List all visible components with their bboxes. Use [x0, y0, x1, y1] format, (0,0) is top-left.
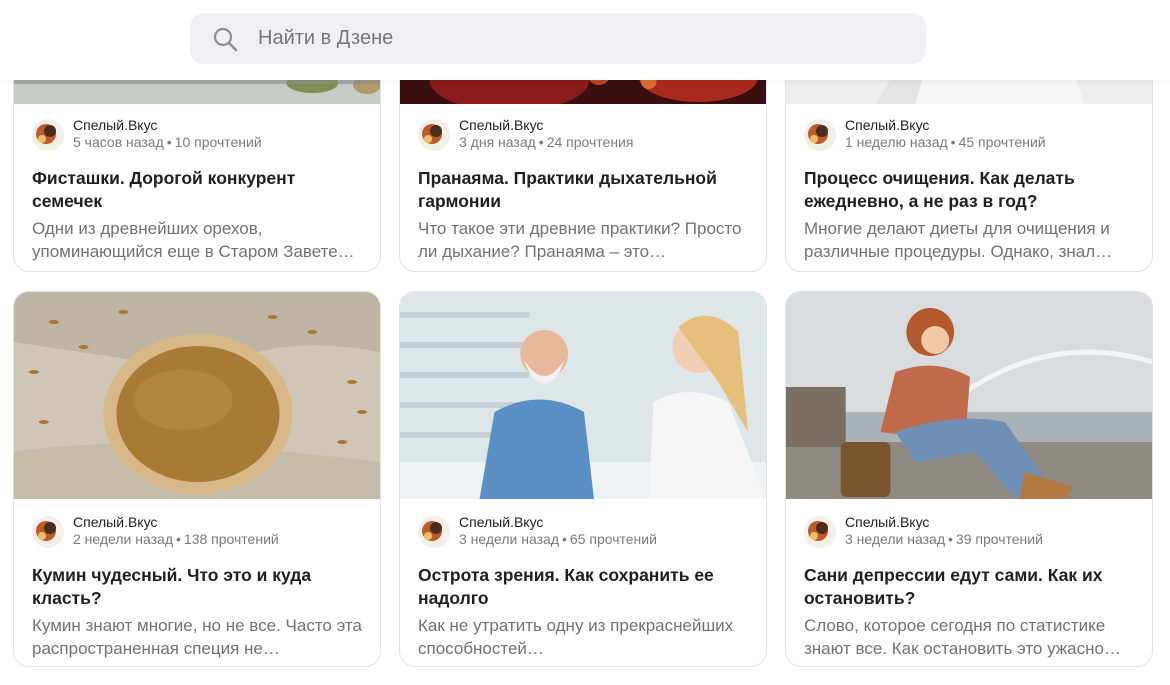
read-count: 45 прочтений [958, 134, 1046, 150]
article-image[interactable] [14, 292, 380, 499]
separator: • [166, 134, 172, 150]
read-count: 10 прочтений [174, 134, 262, 150]
search-input[interactable] [258, 23, 858, 54]
article-stats: 3 дня назад • 24 прочтения [459, 134, 633, 151]
search-bar[interactable] [190, 13, 926, 64]
separator: • [562, 531, 567, 547]
article-stats: 3 недели назад • 39 прочтений [845, 531, 1043, 548]
article-card[interactable]: Спелый.Вкус 2 недели назад • 138 прочтений… [13, 291, 381, 667]
article-title[interactable]: Процесс очищения. Как делать ежедневно, … [804, 167, 1138, 213]
author-name[interactable]: Спелый.Вкус [845, 514, 1043, 531]
article-snippet[interactable]: Многие делают диеты для очищения и разли… [804, 217, 1138, 263]
avatar[interactable] [418, 119, 450, 151]
author-name[interactable]: Спелый.Вкус [73, 117, 262, 134]
article-snippet[interactable]: Одни из древнейших орехов, упоминающийся… [32, 217, 366, 263]
read-count: 24 прочтения [546, 134, 634, 150]
author-block[interactable]: Спелый.Вкус 5 часов назад • 10 прочтений [32, 117, 366, 153]
header [0, 0, 1170, 80]
article-snippet[interactable]: Как не утратить одну из прекраснейших сп… [418, 614, 752, 660]
search-icon [213, 27, 238, 51]
article-title[interactable]: Кумин чудесный. Что это и куда класть? [32, 564, 366, 610]
published-time: 5 часов назад [73, 134, 164, 150]
published-time: 2 недели назад [73, 531, 173, 547]
author-block[interactable]: Спелый.Вкус 3 дня назад • 24 прочтения [418, 117, 752, 153]
read-count: 65 прочтений [569, 531, 657, 547]
article-stats: 5 часов назад • 10 прочтений [73, 134, 262, 151]
separator: • [950, 134, 956, 150]
article-card[interactable]: Спелый.Вкус 3 недели назад • 65 прочтений … [399, 291, 767, 667]
avatar[interactable] [804, 516, 836, 548]
article-image[interactable] [786, 292, 1152, 499]
author-name[interactable]: Спелый.Вкус [459, 514, 657, 531]
author-block[interactable]: Спелый.Вкус 1 неделю назад • 45 прочтений [804, 117, 1138, 153]
article-card[interactable]: Спелый.Вкус 3 недели назад • 39 прочтений … [785, 291, 1153, 667]
article-title[interactable]: Фисташки. Дорогой конкурент семечек [32, 167, 366, 213]
article-snippet[interactable]: Кумин знают многие, но не все. Часто эта… [32, 614, 366, 660]
avatar[interactable] [32, 119, 64, 151]
published-time: 3 недели назад [459, 531, 559, 547]
article-stats: 1 неделю назад • 45 прочтений [845, 134, 1046, 151]
article-image[interactable] [400, 292, 766, 499]
author-name[interactable]: Спелый.Вкус [73, 514, 279, 531]
avatar[interactable] [32, 516, 64, 548]
author-block[interactable]: Спелый.Вкус 3 недели назад • 65 прочтений [418, 514, 752, 550]
article-stats: 3 недели назад • 65 прочтений [459, 531, 657, 548]
author-name[interactable]: Спелый.Вкус [845, 117, 1046, 134]
author-block[interactable]: Спелый.Вкус 3 недели назад • 39 прочтений [804, 514, 1138, 550]
published-time: 1 неделю назад [845, 134, 948, 150]
article-title[interactable]: Пранаяма. Практики дыхательной гармонии [418, 167, 752, 213]
read-count: 39 прочтений [955, 531, 1043, 547]
separator: • [948, 531, 953, 547]
separator: • [176, 531, 181, 547]
article-stats: 2 недели назад • 138 прочтений [73, 531, 279, 548]
published-time: 3 недели назад [845, 531, 945, 547]
article-title[interactable]: Острота зрения. Как сохранить ее надолго [418, 564, 752, 610]
article-title[interactable]: Сани депрессии едут сами. Как их останов… [804, 564, 1138, 610]
avatar[interactable] [804, 119, 836, 151]
published-time: 3 дня назад [459, 134, 536, 150]
read-count: 138 прочтений [183, 531, 279, 547]
author-name[interactable]: Спелый.Вкус [459, 117, 633, 134]
author-block[interactable]: Спелый.Вкус 2 недели назад • 138 прочтений [32, 514, 366, 550]
article-snippet[interactable]: Что такое эти древние практики? Просто л… [418, 217, 752, 263]
separator: • [538, 134, 544, 150]
article-snippet[interactable]: Слово, которое сегодня по статистике зна… [804, 614, 1138, 660]
avatar[interactable] [418, 516, 450, 548]
